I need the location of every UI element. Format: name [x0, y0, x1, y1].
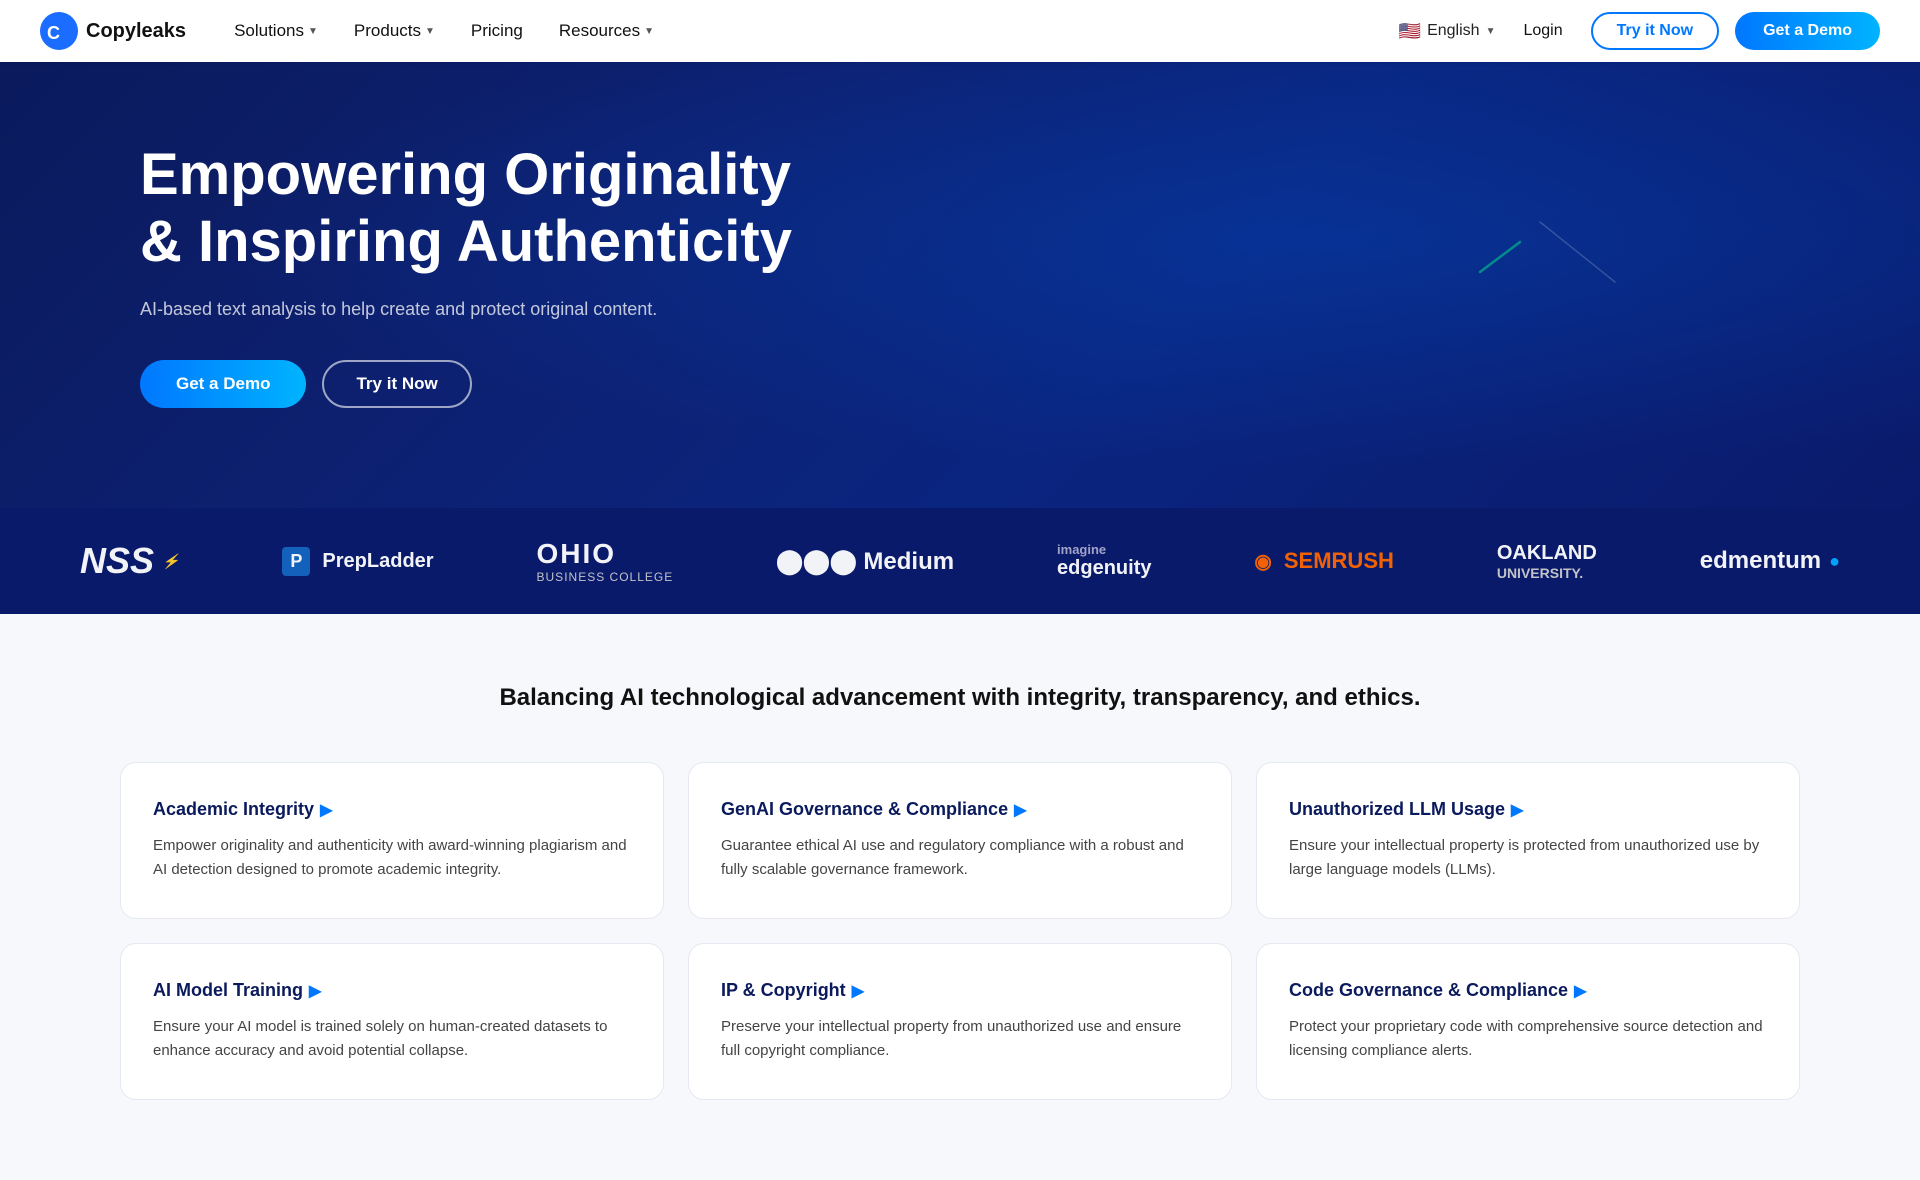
hero-decoration: [1460, 212, 1620, 297]
feature-title-llm: Unauthorized LLM Usage ▶: [1289, 799, 1767, 820]
get-demo-button-hero[interactable]: Get a Demo: [140, 360, 306, 408]
feature-desc-llm: Ensure your intellectual property is pro…: [1289, 834, 1767, 882]
nav-pricing[interactable]: Pricing: [455, 13, 539, 49]
logo-text: Copyleaks: [86, 20, 186, 43]
logo-prepladder: P PrepLadder: [282, 547, 433, 576]
chevron-down-icon: ▼: [1486, 26, 1496, 37]
feature-title-genai: GenAI Governance & Compliance ▶: [721, 799, 1199, 820]
language-label: English: [1427, 22, 1479, 40]
logo-edmentum: edmentum ●: [1700, 547, 1840, 575]
arrow-icon: ▶: [1511, 800, 1523, 820]
nav-right: 🇺🇸 English ▼ Login Try it Now Get a Demo: [1399, 12, 1880, 50]
features-section: Balancing AI technological advancement w…: [0, 614, 1920, 1180]
feature-card-ip-copyright: IP & Copyright ▶ Preserve your intellect…: [688, 943, 1232, 1100]
flag-icon: 🇺🇸: [1399, 21, 1421, 42]
language-selector[interactable]: 🇺🇸 English ▼: [1399, 21, 1496, 42]
feature-title-ai-training: AI Model Training ▶: [153, 980, 631, 1001]
logo-oakland: OAKLAND UNIVERSITY.: [1497, 542, 1597, 581]
navbar: C Copyleaks Solutions ▼ Products ▼ Prici…: [0, 0, 1920, 62]
arrow-icon: ▶: [320, 800, 332, 820]
logo-icon: C: [40, 12, 78, 50]
logo-nss: NSS ⚡: [80, 540, 179, 582]
nav-products[interactable]: Products ▼: [338, 13, 451, 49]
feature-title-academic: Academic Integrity ▶: [153, 799, 631, 820]
try-it-now-button[interactable]: Try it Now: [1591, 12, 1719, 50]
feature-card-code-governance: Code Governance & Compliance ▶ Protect y…: [1256, 943, 1800, 1100]
hero-buttons: Get a Demo Try it Now: [140, 360, 1780, 408]
get-demo-button-nav[interactable]: Get a Demo: [1735, 12, 1880, 50]
feature-desc-genai: Guarantee ethical AI use and regulatory …: [721, 834, 1199, 882]
nav-solutions[interactable]: Solutions ▼: [218, 13, 334, 49]
arrow-icon: ▶: [1574, 981, 1586, 1001]
feature-desc-ai-training: Ensure your AI model is trained solely o…: [153, 1015, 631, 1063]
logo-link[interactable]: C Copyleaks: [40, 12, 186, 50]
chevron-down-icon: ▼: [644, 26, 654, 37]
features-headline: Balancing AI technological advancement w…: [120, 684, 1800, 712]
feature-card-genai: GenAI Governance & Compliance ▶ Guarante…: [688, 762, 1232, 919]
nav-resources[interactable]: Resources ▼: [543, 13, 670, 49]
features-grid: Academic Integrity ▶ Empower originality…: [120, 762, 1800, 1100]
arrow-icon: ▶: [1014, 800, 1026, 820]
feature-desc-ip-copyright: Preserve your intellectual property from…: [721, 1015, 1199, 1063]
arrow-icon: ▶: [852, 981, 864, 1001]
logos-strip: NSS ⚡ P PrepLadder OHIO BUSINESS COLLEGE…: [0, 508, 1920, 614]
chevron-down-icon: ▼: [425, 26, 435, 37]
feature-card-llm: Unauthorized LLM Usage ▶ Ensure your int…: [1256, 762, 1800, 919]
logo-medium: ⬤⬤⬤ Medium: [776, 547, 954, 576]
chevron-down-icon: ▼: [308, 26, 318, 37]
feature-card-ai-training: AI Model Training ▶ Ensure your AI model…: [120, 943, 664, 1100]
svg-text:C: C: [47, 23, 60, 43]
feature-title-ip-copyright: IP & Copyright ▶: [721, 980, 1199, 1001]
try-it-now-button-hero[interactable]: Try it Now: [322, 360, 471, 408]
logo-semrush: ◉ SEMRUSH: [1254, 548, 1393, 574]
hero-title: Empowering Originality & Inspiring Authe…: [140, 142, 840, 275]
feature-title-code-governance: Code Governance & Compliance ▶: [1289, 980, 1767, 1001]
hero-section: Empowering Originality & Inspiring Authe…: [0, 62, 1920, 508]
arrow-icon: ▶: [309, 981, 321, 1001]
hero-subtitle: AI-based text analysis to help create an…: [140, 299, 660, 320]
login-button[interactable]: Login: [1511, 14, 1574, 48]
logo-ohio: OHIO BUSINESS COLLEGE: [537, 538, 674, 584]
feature-desc-academic: Empower originality and authenticity wit…: [153, 834, 631, 882]
feature-desc-code-governance: Protect your proprietary code with compr…: [1289, 1015, 1767, 1063]
feature-card-academic-integrity: Academic Integrity ▶ Empower originality…: [120, 762, 664, 919]
nav-links: Solutions ▼ Products ▼ Pricing Resources…: [218, 13, 1399, 49]
logo-edgenuity: imagine edgenuity: [1057, 542, 1151, 580]
